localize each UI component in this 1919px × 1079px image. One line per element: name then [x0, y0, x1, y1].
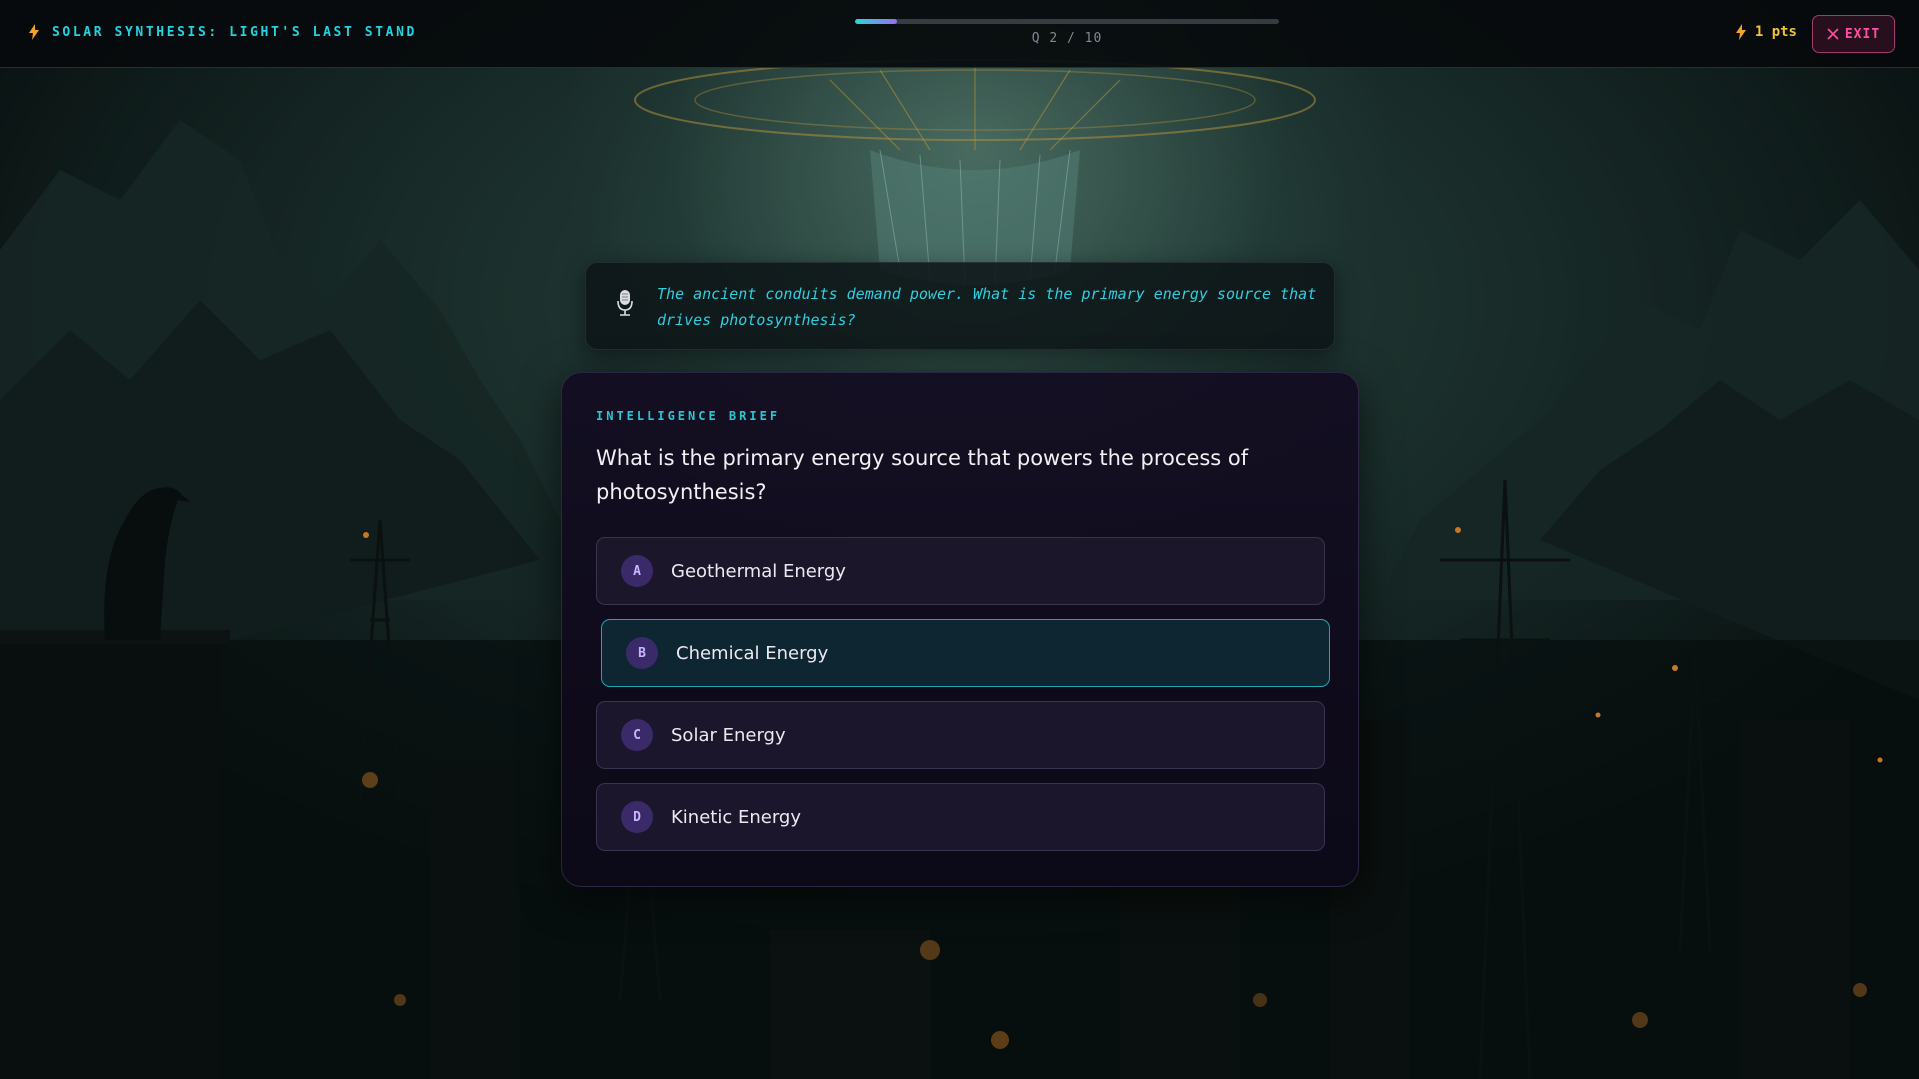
question-card: INTELLIGENCE BRIEF What is the primary e…	[561, 372, 1359, 887]
answer-option-a[interactable]: A Geothermal Energy	[596, 537, 1325, 605]
score-display: 1 pts	[1735, 24, 1797, 40]
option-letter-badge: D	[621, 801, 653, 833]
progress-track	[855, 19, 1279, 24]
narrator-text: The ancient conduits demand power. What …	[657, 285, 1317, 329]
option-label: Chemical Energy	[676, 642, 829, 664]
progress-label: Q 2 / 10	[1031, 31, 1103, 46]
score-text: 1 pts	[1754, 24, 1797, 40]
exit-label: EXIT	[1844, 26, 1881, 42]
answer-option-d[interactable]: D Kinetic Energy	[596, 783, 1325, 851]
option-letter-badge: A	[621, 555, 653, 587]
option-label: Geothermal Energy	[671, 560, 846, 582]
question-text: What is the primary energy source that p…	[596, 446, 1249, 504]
top-bar: SOLAR SYNTHESIS: LIGHT'S LAST STAND Q 2 …	[0, 0, 1919, 68]
progress-fill	[855, 19, 898, 24]
section-label: INTELLIGENCE BRIEF	[596, 409, 781, 423]
game-title: SOLAR SYNTHESIS: LIGHT'S LAST STAND	[28, 24, 417, 40]
option-label: Kinetic Energy	[671, 806, 801, 828]
lightning-bolt-icon	[1735, 24, 1746, 40]
close-x-icon	[1827, 28, 1839, 40]
question-progress: Q 2 / 10	[855, 19, 1279, 46]
lightning-bolt-icon	[29, 24, 39, 40]
answer-option-b[interactable]: B Chemical Energy	[601, 619, 1330, 687]
option-letter-badge: C	[621, 719, 653, 751]
microphone-icon	[617, 290, 633, 316]
answer-option-c[interactable]: C Solar Energy	[596, 701, 1325, 769]
exit-button[interactable]: EXIT	[1812, 15, 1895, 53]
narrator-dialog: The ancient conduits demand power. What …	[585, 262, 1335, 350]
option-label: Solar Energy	[671, 724, 786, 746]
option-letter-badge: B	[626, 637, 658, 669]
game-title-text: SOLAR SYNTHESIS: LIGHT'S LAST STAND	[52, 24, 417, 40]
